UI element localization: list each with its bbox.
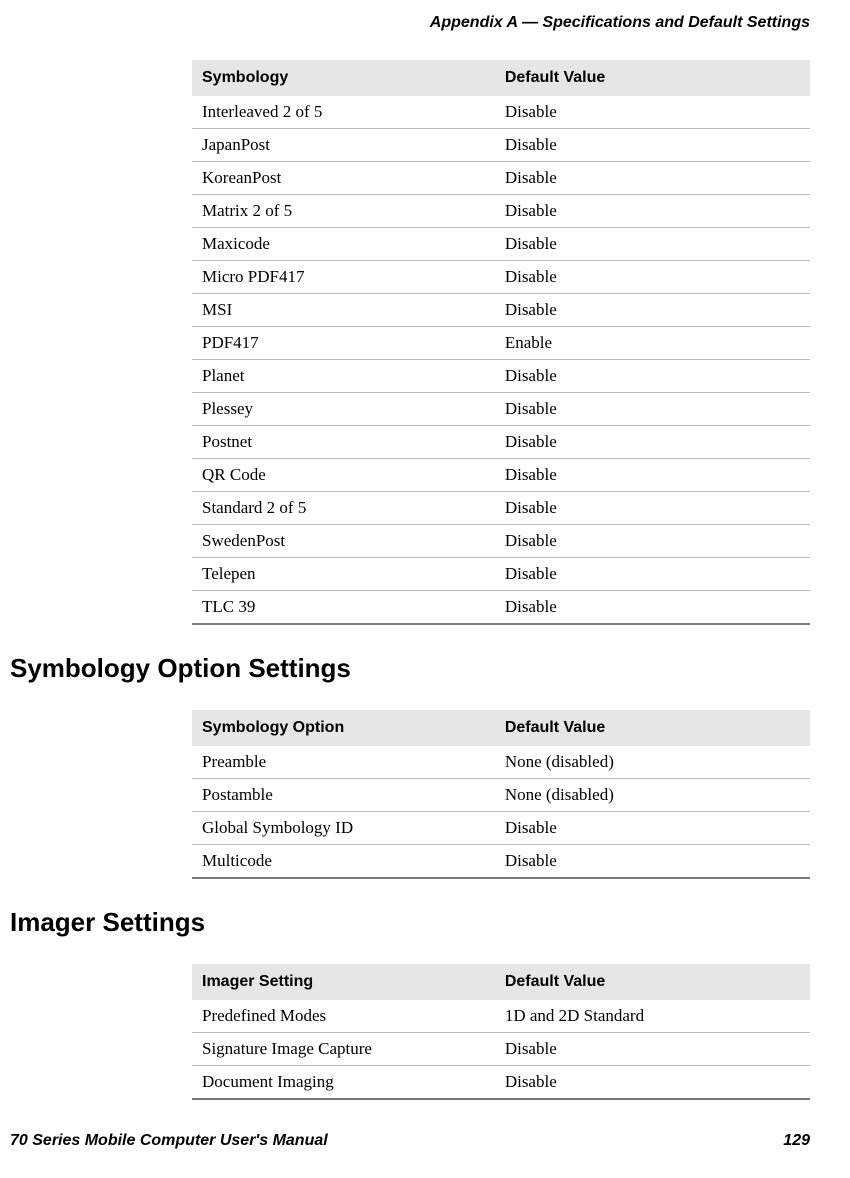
- table-cell: Disable: [495, 393, 810, 426]
- symbology-option-table-header-1: Symbology Option: [192, 710, 495, 746]
- table-cell: Plessey: [192, 393, 495, 426]
- table-cell: Disable: [495, 1033, 810, 1066]
- symbology-table-header-1: Symbology: [192, 60, 495, 96]
- table-cell: Disable: [495, 845, 810, 879]
- table-row: PlanetDisable: [192, 360, 810, 393]
- table-row: Predefined Modes1D and 2D Standard: [192, 1000, 810, 1033]
- table-row: TelepenDisable: [192, 558, 810, 591]
- footer-page-number: 129: [783, 1132, 810, 1150]
- page-header: Appendix A — Specifications and Default …: [10, 14, 810, 32]
- symbology-table-header-2: Default Value: [495, 60, 810, 96]
- table-row: TLC 39Disable: [192, 591, 810, 625]
- table-cell: Disable: [495, 459, 810, 492]
- table-cell: Telepen: [192, 558, 495, 591]
- table-row: SwedenPostDisable: [192, 525, 810, 558]
- table-cell: PDF417: [192, 327, 495, 360]
- symbology-option-table: Symbology Option Default Value PreambleN…: [192, 710, 810, 879]
- table-cell: Disable: [495, 96, 810, 129]
- symbology-table-wrap: Symbology Default Value Interleaved 2 of…: [192, 60, 810, 625]
- table-cell: Global Symbology ID: [192, 812, 495, 845]
- table-cell: Maxicode: [192, 228, 495, 261]
- table-cell: Postnet: [192, 426, 495, 459]
- symbology-table: Symbology Default Value Interleaved 2 of…: [192, 60, 810, 625]
- table-cell: QR Code: [192, 459, 495, 492]
- imager-table: Imager Setting Default Value Predefined …: [192, 964, 810, 1100]
- section-heading-imager: Imager Settings: [10, 907, 810, 938]
- symbology-option-table-header-2: Default Value: [495, 710, 810, 746]
- table-cell: Disable: [495, 261, 810, 294]
- table-row: Document ImagingDisable: [192, 1066, 810, 1100]
- table-cell: Micro PDF417: [192, 261, 495, 294]
- table-cell: Disable: [495, 294, 810, 327]
- table-row: PostnetDisable: [192, 426, 810, 459]
- table-row: KoreanPostDisable: [192, 162, 810, 195]
- table-cell: Matrix 2 of 5: [192, 195, 495, 228]
- table-row: PlesseyDisable: [192, 393, 810, 426]
- table-cell: Signature Image Capture: [192, 1033, 495, 1066]
- table-cell: Disable: [495, 492, 810, 525]
- table-cell: 1D and 2D Standard: [495, 1000, 810, 1033]
- table-row: QR CodeDisable: [192, 459, 810, 492]
- table-row: JapanPostDisable: [192, 129, 810, 162]
- imager-table-wrap: Imager Setting Default Value Predefined …: [192, 964, 810, 1100]
- table-row: PostambleNone (disabled): [192, 779, 810, 812]
- table-cell: Disable: [495, 195, 810, 228]
- table-row: PreambleNone (disabled): [192, 746, 810, 779]
- table-row: MulticodeDisable: [192, 845, 810, 879]
- table-cell: Disable: [495, 591, 810, 625]
- footer-manual-title: 70 Series Mobile Computer User's Manual: [10, 1132, 328, 1150]
- table-cell: Disable: [495, 525, 810, 558]
- table-cell: Disable: [495, 360, 810, 393]
- table-cell: JapanPost: [192, 129, 495, 162]
- symbology-option-table-wrap: Symbology Option Default Value PreambleN…: [192, 710, 810, 879]
- table-cell: Multicode: [192, 845, 495, 879]
- table-cell: Disable: [495, 129, 810, 162]
- table-cell: None (disabled): [495, 746, 810, 779]
- table-cell: Postamble: [192, 779, 495, 812]
- table-row: Signature Image CaptureDisable: [192, 1033, 810, 1066]
- table-cell: Disable: [495, 228, 810, 261]
- table-cell: MSI: [192, 294, 495, 327]
- table-cell: None (disabled): [495, 779, 810, 812]
- table-cell: KoreanPost: [192, 162, 495, 195]
- table-cell: TLC 39: [192, 591, 495, 625]
- table-cell: Planet: [192, 360, 495, 393]
- table-row: Micro PDF417Disable: [192, 261, 810, 294]
- table-row: MaxicodeDisable: [192, 228, 810, 261]
- table-cell: Disable: [495, 558, 810, 591]
- table-row: PDF417Enable: [192, 327, 810, 360]
- table-cell: Disable: [495, 162, 810, 195]
- table-row: MSIDisable: [192, 294, 810, 327]
- page-footer: 70 Series Mobile Computer User's Manual …: [10, 1132, 810, 1150]
- table-cell: Predefined Modes: [192, 1000, 495, 1033]
- table-cell: SwedenPost: [192, 525, 495, 558]
- table-cell: Interleaved 2 of 5: [192, 96, 495, 129]
- table-cell: Enable: [495, 327, 810, 360]
- table-cell: Disable: [495, 1066, 810, 1100]
- table-row: Interleaved 2 of 5Disable: [192, 96, 810, 129]
- table-row: Matrix 2 of 5Disable: [192, 195, 810, 228]
- table-cell: Disable: [495, 426, 810, 459]
- section-heading-symbology-option: Symbology Option Settings: [10, 653, 810, 684]
- imager-table-header-1: Imager Setting: [192, 964, 495, 1000]
- table-cell: Standard 2 of 5: [192, 492, 495, 525]
- table-cell: Preamble: [192, 746, 495, 779]
- table-cell: Document Imaging: [192, 1066, 495, 1100]
- table-cell: Disable: [495, 812, 810, 845]
- table-row: Standard 2 of 5Disable: [192, 492, 810, 525]
- table-row: Global Symbology IDDisable: [192, 812, 810, 845]
- imager-table-header-2: Default Value: [495, 964, 810, 1000]
